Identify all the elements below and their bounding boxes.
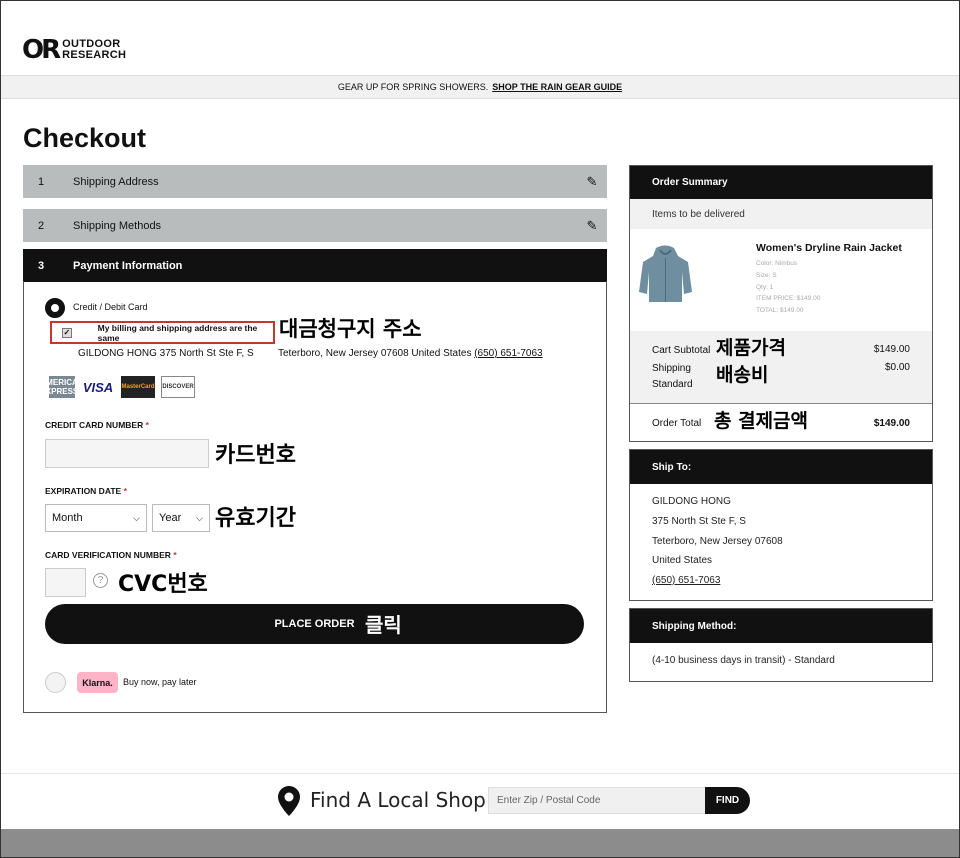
ship-to-phone-link[interactable]: (650) 651-7063 xyxy=(652,575,720,586)
expiration-label: EXPIRATION DATE * xyxy=(45,486,127,496)
shipping-value: $0.00 xyxy=(884,362,910,373)
annotation-total-payment: 총 결제금액 xyxy=(714,410,809,432)
logo-mark: OR xyxy=(22,35,61,65)
find-shop-title: Find A Local Shop xyxy=(310,788,486,812)
required-mark: * xyxy=(145,420,149,430)
billing-address-city: Teterboro, New Jersey 07608 United State… xyxy=(278,348,543,359)
annotation-card-number: 카드번호 xyxy=(215,443,296,468)
find-button[interactable]: FIND xyxy=(705,787,750,814)
product-qty: Qty: 1 xyxy=(756,284,774,291)
visa-icon: VISA xyxy=(82,379,114,395)
billing-phone-link[interactable]: (650) 651-7063 xyxy=(474,348,542,359)
discover-icon: DISCOVER xyxy=(161,376,195,398)
amex-icon: AMERICAN EXPRESS xyxy=(40,376,84,398)
ship-to-street: 375 North St Ste F, S xyxy=(652,516,746,527)
pencil-icon[interactable]: ✎ xyxy=(577,218,607,234)
checkbox-checked-icon: ✓ xyxy=(62,327,72,338)
label-text: EXPIRATION DATE xyxy=(45,486,122,496)
cvv-label: CARD VERIFICATION NUMBER * xyxy=(45,550,177,560)
place-order-label: PLACE ORDER xyxy=(274,618,355,630)
logo-text: OUTDOOR RESEARCH xyxy=(62,39,126,61)
order-total-label: Order Total xyxy=(652,418,702,429)
items-to-deliver: Items to be delivered xyxy=(630,199,932,229)
annotation-billing: 대금청구지 주소 xyxy=(279,317,422,341)
label-text: CREDIT CARD NUMBER xyxy=(45,420,144,430)
pencil-icon[interactable]: ✎ xyxy=(577,174,607,190)
step-payment-information: 3 Payment Information xyxy=(23,249,607,282)
chevron-down-icon: ⌵ xyxy=(133,512,140,523)
footer-strip xyxy=(1,829,959,857)
product-item-price: ITEM PRICE: $149.00 xyxy=(756,295,821,302)
page-title: Checkout xyxy=(23,123,147,153)
card-number-input[interactable] xyxy=(45,439,209,468)
year-value: Year xyxy=(159,512,182,524)
shipping-method-value: (4-10 business days in transit) - Standa… xyxy=(652,655,835,666)
ship-to-country: United States xyxy=(652,555,713,566)
expiration-year-select[interactable]: Year ⌵ xyxy=(152,504,210,532)
required-mark: * xyxy=(123,486,127,496)
promo-link[interactable]: SHOP THE RAIN GEAR GUIDE xyxy=(492,82,622,92)
chevron-down-icon: ⌵ xyxy=(196,512,203,523)
find-shop-bar: Find A Local Shop Enter Zip / Postal Cod… xyxy=(1,773,959,829)
shipping-label: Shipping xyxy=(652,363,691,374)
brand-logo[interactable]: OR OUTDOOR RESEARCH xyxy=(22,37,126,63)
location-pin-icon xyxy=(278,786,300,816)
place-order-button[interactable]: PLACE ORDER xyxy=(45,604,584,644)
promo-banner: GEAR UP FOR SPRING SHOWERS. SHOP THE RAI… xyxy=(1,75,959,99)
klarna-logo: Klarna. xyxy=(77,672,118,693)
cart-subtotal-label: Cart Subtotal xyxy=(652,345,711,356)
shipping-sub-label: Standard xyxy=(652,379,693,390)
label-text: CARD VERIFICATION NUMBER xyxy=(45,550,171,560)
annotation-click: 클릭 xyxy=(365,613,402,637)
order-summary-title: Order Summary xyxy=(630,166,932,199)
order-total-value: $149.00 xyxy=(873,418,910,429)
step-number: 1 xyxy=(38,175,45,188)
step-number: 3 xyxy=(38,259,45,272)
cart-subtotal-value: $149.00 xyxy=(873,344,910,355)
step-label: Shipping Address xyxy=(73,175,159,188)
product-total: TOTAL: $149.00 xyxy=(756,307,804,314)
shipping-method-title: Shipping Method: xyxy=(630,609,932,643)
credit-card-label: Credit / Debit Card xyxy=(73,302,148,312)
expiration-month-select[interactable]: Month ⌵ xyxy=(45,504,147,532)
billing-same-checkbox[interactable]: ✓ My billing and shipping address are th… xyxy=(50,321,275,344)
order-summary-panel: Order Summary Items to be delivered Wome… xyxy=(629,165,933,442)
annotation-shipping-fee: 배송비 xyxy=(716,364,769,386)
step-label: Payment Information xyxy=(73,259,183,272)
mastercard-icon: MasterCard xyxy=(121,376,155,398)
annotation-cvc: CVC번호 xyxy=(118,572,208,597)
zip-input[interactable]: Enter Zip / Postal Code xyxy=(488,787,708,814)
month-value: Month xyxy=(52,512,83,524)
promo-text: GEAR UP FOR SPRING SHOWERS. xyxy=(337,82,489,92)
billing-address-name: GILDONG HONG 375 North St Ste F, S xyxy=(78,348,254,359)
card-number-label: CREDIT CARD NUMBER * xyxy=(45,420,149,430)
step-number: 2 xyxy=(38,219,45,232)
klarna-label: Buy now, pay later xyxy=(123,677,197,687)
annotation-product-price: 제품가격 xyxy=(716,337,786,359)
payment-panel xyxy=(23,281,607,713)
product-color: Color: Nimbus xyxy=(756,260,798,267)
required-mark: * xyxy=(173,550,177,560)
klarna-radio[interactable] xyxy=(45,672,66,693)
ship-to-title: Ship To: xyxy=(630,450,932,484)
credit-card-radio[interactable] xyxy=(45,298,65,318)
step-label: Shipping Methods xyxy=(73,219,162,232)
zip-placeholder: Enter Zip / Postal Code xyxy=(497,795,601,806)
ship-to-city: Teterboro, New Jersey 07608 xyxy=(652,536,783,547)
cvv-input[interactable] xyxy=(45,568,86,597)
billing-city: Teterboro, New Jersey 07608 United State… xyxy=(278,348,472,359)
product-image[interactable] xyxy=(638,244,693,304)
ship-to-name: GILDONG HONG xyxy=(652,496,731,507)
billing-same-label: My billing and shipping address are the … xyxy=(97,322,258,343)
logo-line-2: RESEARCH xyxy=(62,49,127,61)
product-name[interactable]: Women's Dryline Rain Jacket xyxy=(756,242,902,254)
product-size: Size: S xyxy=(756,272,777,279)
step-shipping-methods[interactable]: 2 Shipping Methods ✎ xyxy=(23,209,607,242)
step-shipping-address[interactable]: 1 Shipping Address ✎ xyxy=(23,165,607,198)
annotation-expiry: 유효기간 xyxy=(215,506,296,531)
shipping-method-panel: Shipping Method: (4-10 business days in … xyxy=(629,608,933,682)
card-logos: AMERICAN EXPRESS VISA MasterCard DISCOVE… xyxy=(40,376,195,398)
help-icon[interactable]: ? xyxy=(93,573,108,588)
ship-to-panel: Ship To: GILDONG HONG 375 North St Ste F… xyxy=(629,449,933,601)
